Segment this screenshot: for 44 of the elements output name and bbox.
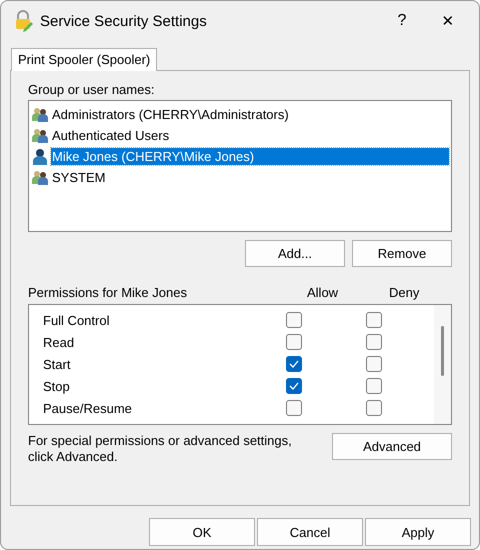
- list-button[interactable]: Add...: [245, 240, 345, 267]
- checkbox[interactable]: [286, 334, 302, 350]
- list-item[interactable]: Mike Jones (CHERRY\Mike Jones): [51, 148, 449, 165]
- dialog-button[interactable]: Apply: [365, 518, 471, 546]
- checkbox[interactable]: [366, 356, 382, 372]
- dialog-button[interactable]: Cancel: [257, 518, 363, 546]
- permission-name: Pause/Resume: [43, 400, 133, 416]
- checkbox[interactable]: [366, 378, 382, 394]
- scrollbar[interactable]: [434, 305, 451, 424]
- list-button[interactable]: Remove: [352, 240, 452, 267]
- checkbox[interactable]: [286, 378, 302, 394]
- checkbox[interactable]: [366, 334, 382, 350]
- checkbox[interactable]: [286, 312, 302, 328]
- window-title: Service Security Settings: [40, 12, 208, 30]
- two-people-icon: [31, 169, 49, 186]
- permission-name: Full Control: [43, 312, 110, 328]
- two-people-icon: [31, 127, 49, 144]
- column-header: Deny: [389, 285, 420, 300]
- close-button[interactable]: ✕: [425, 1, 471, 41]
- permission-name: Read: [43, 334, 76, 350]
- padlock-pencil-icon: [13, 10, 34, 32]
- scrollbar-thumb[interactable]: [441, 326, 444, 376]
- help-button[interactable]: ?: [379, 1, 425, 41]
- checkmark-icon: [289, 360, 299, 368]
- group-names-label: Group or user names:: [28, 82, 156, 97]
- tab[interactable]: Print Spooler (Spooler): [11, 48, 158, 71]
- checkbox[interactable]: [366, 400, 382, 416]
- checkbox[interactable]: [366, 312, 382, 328]
- two-people-icon: [31, 106, 49, 123]
- list-item[interactable]: Authenticated Users: [51, 127, 170, 144]
- permissions-label: Permissions for Mike Jones: [28, 285, 188, 300]
- list-item[interactable]: Administrators (CHERRY\Administrators): [51, 106, 290, 123]
- permission-name: Stop: [43, 378, 71, 394]
- advanced-note: For special permissions or advanced settings, click Advanced.: [28, 433, 293, 465]
- checkbox[interactable]: [286, 400, 302, 416]
- user-list[interactable]: Administrators (CHERRY\Administrators) Authenticated Users Mike Jones (CHERRY\Mike Jones) SYSTEM: [28, 100, 452, 232]
- column-header: Allow: [307, 285, 340, 300]
- checkbox[interactable]: [286, 356, 302, 372]
- advanced-button[interactable]: Advanced: [332, 433, 452, 460]
- permission-name: Start: [43, 356, 72, 372]
- list-item[interactable]: SYSTEM: [51, 169, 106, 186]
- person-icon: [31, 148, 49, 165]
- dialog-button[interactable]: OK: [149, 518, 255, 546]
- checkmark-icon: [289, 382, 299, 390]
